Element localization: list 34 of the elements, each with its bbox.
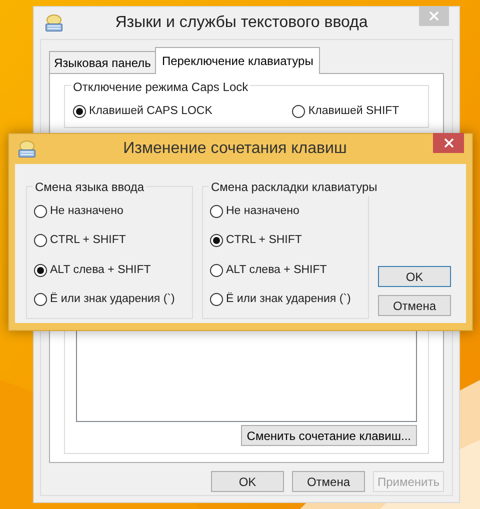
radio-option[interactable]: ALT слева + SHIFT: [210, 262, 368, 279]
radio-button[interactable]: [210, 205, 223, 218]
radio-option[interactable]: ALT слева + SHIFT: [34, 262, 192, 279]
radio-option[interactable]: Не назначено: [210, 203, 368, 220]
radio-button[interactable]: [210, 264, 223, 277]
radio-option[interactable]: Клавишей SHIFT: [292, 102, 400, 120]
radio-button[interactable]: [210, 292, 223, 306]
change-shortcut-button[interactable]: Сменить сочетание клавиш...: [240, 425, 417, 446]
radio-option[interactable]: Не назначено: [34, 203, 192, 220]
radio-button[interactable]: [34, 292, 47, 306]
window-title: Языки и службы текстового ввода: [114, 13, 369, 33]
radio-button[interactable]: [210, 234, 223, 248]
radio-option[interactable]: Ё или знак ударения (`): [210, 290, 368, 308]
radio-button[interactable]: [73, 105, 86, 118]
dialog-button[interactable]: Отмена: [292, 471, 365, 492]
close-button[interactable]: [433, 133, 464, 153]
radio-option[interactable]: Ё или знак ударения (`): [34, 290, 192, 308]
keyboard-icon: [44, 14, 64, 32]
dialog-title: Изменение сочетания клавиш: [122, 139, 348, 159]
radio-option[interactable]: CTRL + SHIFT: [210, 232, 368, 250]
tab[interactable]: Переключение клавиатуры: [154, 47, 320, 74]
radio-option[interactable]: Клавишей CAPS LOCK: [73, 102, 212, 120]
dialog-button[interactable]: OK: [378, 266, 451, 287]
radio-option[interactable]: CTRL + SHIFT: [34, 232, 192, 250]
close-icon: [444, 138, 454, 148]
radio-button[interactable]: [34, 234, 47, 248]
radio-button[interactable]: [34, 264, 47, 277]
dialog-button[interactable]: Отмена: [378, 295, 451, 316]
keyboard-icon: [17, 140, 37, 158]
close-icon: [429, 11, 439, 21]
radio-button[interactable]: [34, 205, 47, 218]
radio-button[interactable]: [292, 105, 306, 118]
dialog-button[interactable]: OK: [211, 471, 284, 492]
tab[interactable]: Языковая панель: [49, 51, 155, 73]
